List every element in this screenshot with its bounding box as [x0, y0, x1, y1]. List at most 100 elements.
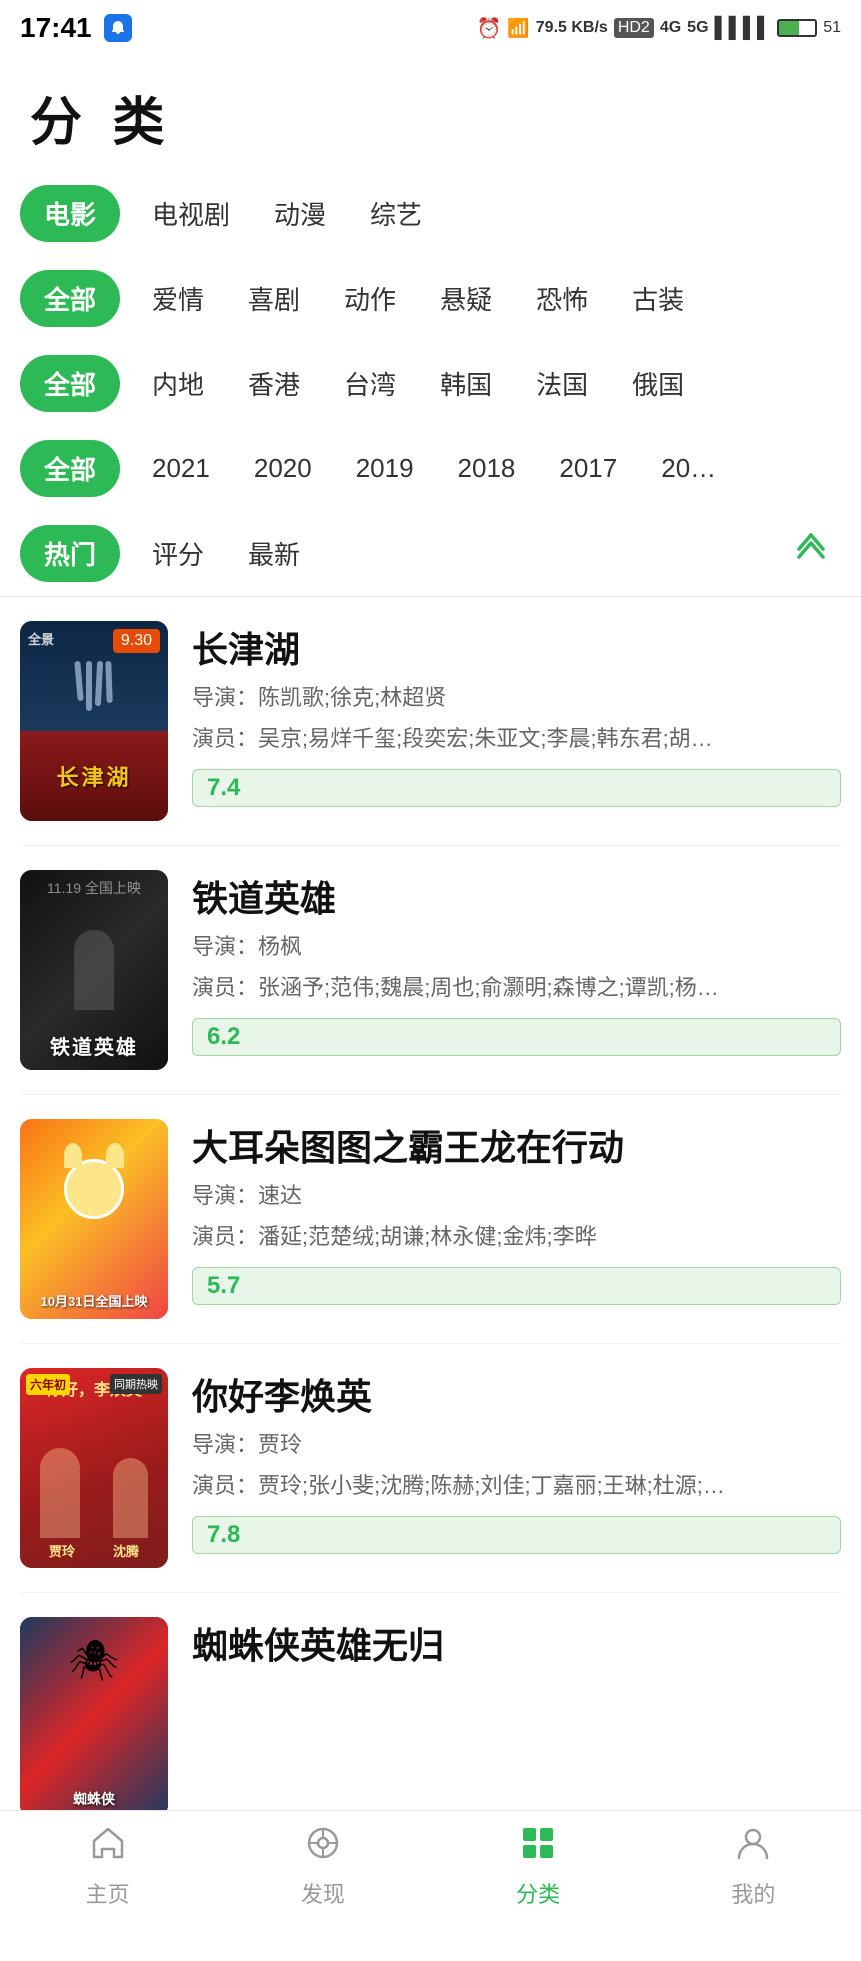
filter-item-tv[interactable]: 电视剧 [130, 185, 252, 242]
movie-score-4: 7.8 [192, 1516, 841, 1554]
alarm-icon: ⏰ [476, 16, 501, 41]
movie-item: 贾玲 沈腾 你好，李焕英 六年初 同期热映 你好李焕英 导演：贾玲 演员：贾玲;… [20, 1344, 841, 1593]
nav-item-discover[interactable]: 发现 [215, 1823, 430, 1909]
movie-poster-3[interactable]: 10月31日全国上映 [20, 1119, 168, 1319]
network-speed: 79.5 KB/s [536, 19, 608, 37]
filter-active-genre[interactable]: 全部 [20, 270, 120, 327]
nav-item-category[interactable]: 分类 [431, 1823, 646, 1909]
filter-item-horror[interactable]: 恐怖 [514, 270, 610, 327]
filter-item-hk[interactable]: 香港 [226, 355, 322, 412]
battery-indicator [777, 19, 817, 37]
nav-label-discover: 发现 [301, 1877, 345, 1909]
filter-item-anime[interactable]: 动漫 [252, 185, 348, 242]
filter-item-2019[interactable]: 2019 [334, 443, 436, 494]
filter-items-region: 内地 香港 台湾 韩国 法国 俄国 [130, 355, 706, 412]
home-icon [88, 1823, 128, 1873]
movie-title-1: 长津湖 [192, 621, 841, 673]
status-icons: ⏰ 📶 79.5 KB/s HD2 4G 5G ▌▌▌▌ 51 [476, 16, 841, 41]
status-time: 17:41 [20, 12, 92, 44]
4g-badge: 4G [660, 19, 681, 37]
filter-item-year-more[interactable]: 20… [639, 443, 738, 494]
filter-item-thriller[interactable]: 悬疑 [418, 270, 514, 327]
movie-item: 11.19 全国上映 铁道英雄 铁道英雄 导演：杨枫 演员：张涵予;范伟;魏晨;… [20, 846, 841, 1095]
page-title: 分 类 [0, 56, 861, 171]
filter-item-korea[interactable]: 韩国 [418, 355, 514, 412]
movie-score-1: 7.4 [192, 769, 841, 807]
filter-row-region: 全部 内地 香港 台湾 韩国 法国 俄国 [20, 341, 841, 426]
hd2-badge: HD2 [614, 18, 654, 38]
category-icon [518, 1823, 558, 1873]
movie-poster-4[interactable]: 贾玲 沈腾 你好，李焕英 六年初 同期热映 [20, 1368, 168, 1568]
nav-item-mine[interactable]: 我的 [646, 1823, 861, 1909]
filter-items-type: 电视剧 动漫 综艺 [130, 185, 444, 242]
movie-poster-2[interactable]: 11.19 全国上映 铁道英雄 [20, 870, 168, 1070]
movie-actors-1: 演员：吴京;易烊千玺;段奕宏;朱亚文;李晨;韩东君;胡… [192, 722, 841, 755]
movie-actors-2: 演员：张涵予;范伟;魏晨;周也;俞灏明;森博之;谭凯;杨… [192, 971, 841, 1004]
filter-item-france[interactable]: 法国 [514, 355, 610, 412]
movie-score-3: 5.7 [192, 1267, 841, 1305]
signal-bars: ▌▌▌▌ [715, 17, 772, 40]
status-bar: 17:41 ⏰ 📶 79.5 KB/s HD2 4G 5G ▌▌▌▌ 51 [0, 0, 861, 56]
movie-item: 10月31日全国上映 大耳朵图图之霸王龙在行动 导演：速达 演员：潘延;范楚绒;… [20, 1095, 841, 1344]
nav-label-category: 分类 [516, 1877, 560, 1909]
filter-active-year[interactable]: 全部 [20, 440, 120, 497]
filter-row-year: 全部 2021 2020 2019 2018 2017 20… [20, 426, 841, 511]
filter-item-russia[interactable]: 俄国 [610, 355, 706, 412]
movie-director-3: 导演：速达 [192, 1179, 841, 1212]
movie-list: 长津湖 9.30 全景 长津湖 导演：陈凯歌;徐克;林超贤 演员：吴京;易 [0, 597, 861, 1841]
filter-item-2017[interactable]: 2017 [537, 443, 639, 494]
bottom-nav: 主页 发现 分类 [0, 1810, 861, 1920]
filter-item-2021[interactable]: 2021 [130, 443, 232, 494]
filter-item-rating[interactable]: 评分 [130, 525, 226, 582]
filter-items-genre: 爱情 喜剧 动作 悬疑 恐怖 古装 [130, 270, 706, 327]
nav-label-mine: 我的 [731, 1877, 775, 1909]
filter-row-sort: 热门 评分 最新 [20, 511, 841, 596]
nav-label-home: 主页 [86, 1877, 130, 1909]
battery-percent: 51 [823, 19, 841, 37]
movie-poster-5[interactable]: 🕷 蜘蛛侠 [20, 1617, 168, 1817]
profile-icon [733, 1823, 773, 1873]
filter-items-year: 2021 2020 2019 2018 2017 20… [130, 443, 738, 494]
movie-title-5: 蜘蛛侠英雄无归 [192, 1617, 841, 1669]
movie-info-3: 大耳朵图图之霸王龙在行动 导演：速达 演员：潘延;范楚绒;胡谦;林永健;金炜;李… [192, 1119, 841, 1305]
filter-row-genre: 全部 爱情 喜剧 动作 悬疑 恐怖 古装 [20, 256, 841, 341]
movie-title-3: 大耳朵图图之霸王龙在行动 [192, 1119, 841, 1171]
filter-active-type[interactable]: 电影 [20, 185, 120, 242]
filter-item-2018[interactable]: 2018 [436, 443, 538, 494]
filter-item-mainland[interactable]: 内地 [130, 355, 226, 412]
filter-item-costume[interactable]: 古装 [610, 270, 706, 327]
movie-info-2: 铁道英雄 导演：杨枫 演员：张涵予;范伟;魏晨;周也;俞灏明;森博之;谭凯;杨…… [192, 870, 841, 1056]
movie-poster-1[interactable]: 长津湖 9.30 全景 [20, 621, 168, 821]
filter-item-2020[interactable]: 2020 [232, 443, 334, 494]
movie-actors-3: 演员：潘延;范楚绒;胡谦;林永健;金炜;李晔 [192, 1220, 841, 1253]
collapse-filter-button[interactable] [791, 529, 831, 578]
filter-item-comedy[interactable]: 喜剧 [226, 270, 322, 327]
movie-info-4: 你好李焕英 导演：贾玲 演员：贾玲;张小斐;沈腾;陈赫;刘佳;丁嘉丽;王琳;杜源… [192, 1368, 841, 1554]
signal-icon: 📶 [507, 18, 529, 39]
filter-row-type: 电影 电视剧 动漫 综艺 [20, 171, 841, 256]
nav-item-home[interactable]: 主页 [0, 1823, 215, 1909]
movie-director-4: 导演：贾玲 [192, 1428, 841, 1461]
movie-item: 🕷 蜘蛛侠 蜘蛛侠英雄无归 [20, 1593, 841, 1841]
filter-section: 电影 电视剧 动漫 综艺 全部 爱情 喜剧 动作 悬疑 恐怖 古装 全部 内地 [0, 171, 861, 596]
filter-item-taiwan[interactable]: 台湾 [322, 355, 418, 412]
movie-item: 长津湖 9.30 全景 长津湖 导演：陈凯歌;徐克;林超贤 演员：吴京;易 [20, 597, 841, 846]
discover-icon [303, 1823, 343, 1873]
movie-actors-4: 演员：贾玲;张小斐;沈腾;陈赫;刘佳;丁嘉丽;王琳;杜源;… [192, 1469, 841, 1502]
movie-score-2: 6.2 [192, 1018, 841, 1056]
filter-active-region[interactable]: 全部 [20, 355, 120, 412]
movie-director-2: 导演：杨枫 [192, 930, 841, 963]
movie-title-2: 铁道英雄 [192, 870, 841, 922]
filter-active-sort[interactable]: 热门 [20, 525, 120, 582]
filter-item-variety[interactable]: 综艺 [348, 185, 444, 242]
filter-item-romance[interactable]: 爱情 [130, 270, 226, 327]
sort-left: 热门 评分 最新 [20, 525, 322, 582]
filter-item-newest[interactable]: 最新 [226, 525, 322, 582]
notification-icon [104, 14, 132, 42]
movie-info-5: 蜘蛛侠英雄无归 [192, 1617, 841, 1669]
movie-director-1: 导演：陈凯歌;徐克;林超贤 [192, 681, 841, 714]
5g-badge: 5G [687, 19, 708, 37]
filter-item-action[interactable]: 动作 [322, 270, 418, 327]
movie-title-4: 你好李焕英 [192, 1368, 841, 1420]
filter-items-sort: 评分 最新 [130, 525, 322, 582]
